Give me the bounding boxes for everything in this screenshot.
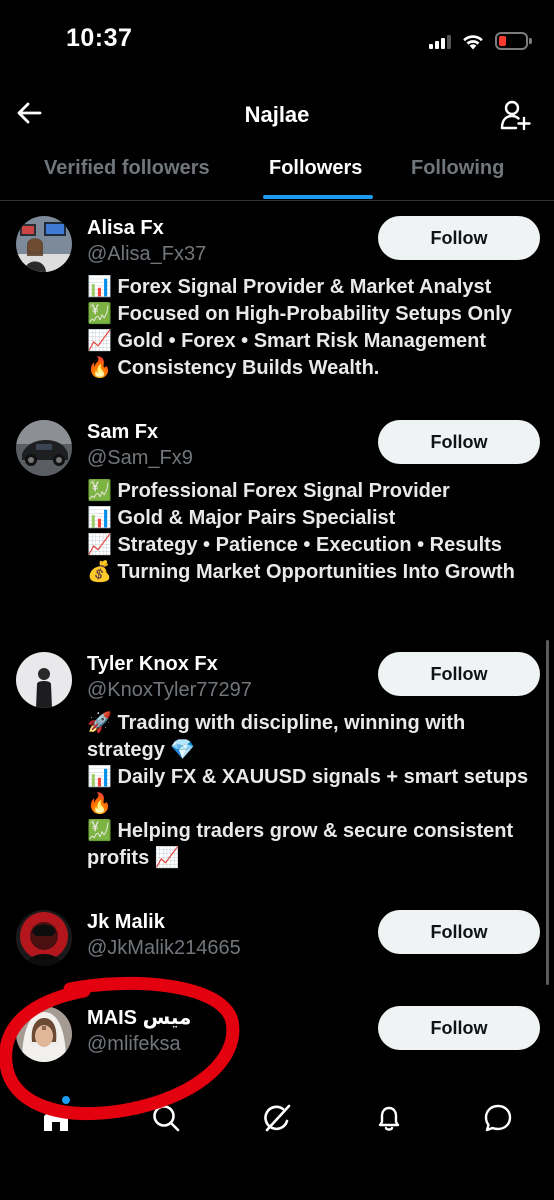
bio-line: 💹 Focused on High-Probability Setups Onl…: [87, 303, 512, 325]
bio-line: 💰 Turning Market Opportunities Into Grow…: [87, 561, 515, 583]
follow-button[interactable]: Follow: [378, 652, 540, 696]
bio-line: 🚀 Trading with discipline, winning with …: [87, 712, 466, 761]
tab-bar: Verified followers Followers Following: [0, 145, 554, 201]
bio-line: 💹 Professional Forex Signal Provider: [87, 480, 450, 502]
nav-search[interactable]: [146, 1098, 186, 1138]
user-bio: 📊 Forex Signal Provider & Market Analyst…: [87, 274, 544, 382]
nav-notifications[interactable]: [369, 1098, 409, 1138]
bio-line: 🔥 Consistency Builds Wealth.: [87, 357, 380, 379]
bio-line: 📊 Daily FX & XAUUSD signals + smart setu…: [87, 766, 529, 815]
add-user-icon: [500, 100, 531, 131]
bell-icon: [378, 1106, 400, 1131]
cellular-signal-icon: [429, 34, 451, 49]
bio-line: 💹 Helping traders grow & secure consiste…: [87, 820, 514, 869]
grok-icon: [264, 1104, 291, 1132]
avatar[interactable]: [16, 216, 72, 272]
status-bar: 10:37: [0, 0, 554, 80]
message-bubble-icon: [484, 1104, 512, 1132]
nav-home[interactable]: [36, 1098, 76, 1138]
bio-line: 📈 Strategy • Patience • Execution • Resu…: [87, 534, 502, 556]
user-bio: 🚀 Trading with discipline, winning with …: [87, 710, 544, 872]
avatar[interactable]: [16, 420, 72, 476]
user-bio: 💹 Professional Forex Signal Provider 📊 G…: [87, 478, 544, 586]
bio-line: 📈 Gold • Forex • Smart Risk Management: [87, 330, 486, 352]
status-icons: [429, 30, 532, 52]
bottom-nav: [0, 1088, 554, 1148]
follow-button[interactable]: Follow: [378, 910, 540, 954]
nav-messages[interactable]: [478, 1098, 518, 1138]
follow-button[interactable]: Follow: [378, 420, 540, 464]
avatar[interactable]: [16, 652, 72, 708]
follow-button[interactable]: Follow: [378, 216, 540, 260]
notification-dot: [62, 1096, 70, 1104]
tab-verified-followers[interactable]: Verified followers: [44, 157, 210, 180]
search-icon: [153, 1105, 180, 1132]
follow-button[interactable]: Follow: [378, 1006, 540, 1050]
wifi-icon: [463, 34, 483, 49]
scrollbar[interactable]: [546, 640, 549, 985]
header: Najlae: [0, 88, 554, 144]
avatar[interactable]: [16, 910, 72, 966]
bio-line: 📊 Forex Signal Provider & Market Analyst: [87, 276, 492, 298]
active-tab-indicator: [263, 195, 373, 199]
page-title: Najlae: [244, 102, 310, 127]
tab-following[interactable]: Following: [411, 157, 504, 180]
nav-grok[interactable]: [257, 1098, 297, 1138]
avatar[interactable]: [16, 1006, 72, 1062]
tab-followers[interactable]: Followers: [269, 157, 362, 180]
status-time: 10:37: [66, 24, 133, 52]
bio-line: 📊 Gold & Major Pairs Specialist: [87, 507, 396, 529]
home-icon: [44, 1106, 68, 1131]
add-user-button[interactable]: [496, 96, 534, 134]
battery-low-icon: [495, 32, 532, 50]
